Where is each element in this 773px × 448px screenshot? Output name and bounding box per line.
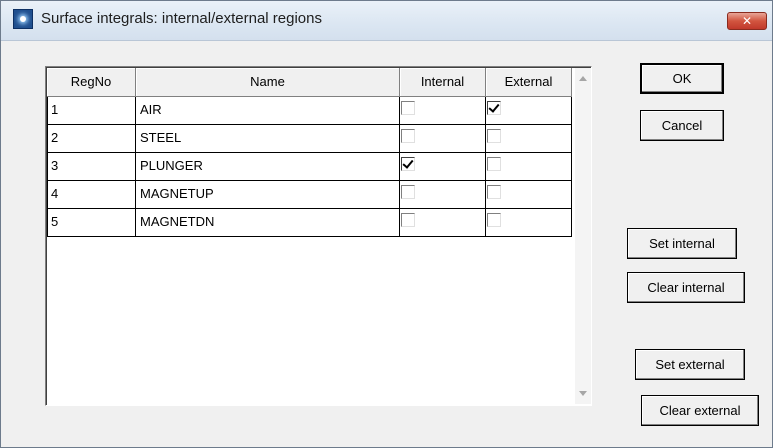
clear-internal-button[interactable]: Clear internal [627, 272, 745, 303]
table-row[interactable]: 2 STEEL [47, 125, 574, 153]
internal-checkbox[interactable] [401, 101, 415, 115]
internal-cell [400, 181, 486, 209]
external-cell [486, 209, 572, 237]
app-icon [13, 9, 33, 29]
internal-checkbox[interactable] [401, 157, 415, 171]
clear-external-button[interactable]: Clear external [641, 395, 759, 426]
external-cell [486, 181, 572, 209]
table-row[interactable]: 4 MAGNETUP [47, 181, 574, 209]
scroll-up-arrow-icon[interactable] [579, 76, 587, 81]
name-cell: STEEL [136, 125, 400, 153]
regno-cell: 3 [47, 153, 136, 181]
internal-checkbox[interactable] [401, 185, 415, 199]
regno-cell: 2 [47, 125, 136, 153]
dialog-window: Surface integrals: internal/external reg… [0, 0, 773, 448]
set-internal-button[interactable]: Set internal [627, 228, 737, 259]
dialog-client-area: RegNo Name Internal External 1 AIR 2 STEEL 3… [1, 42, 772, 447]
external-checkbox[interactable] [487, 101, 501, 115]
header-regno[interactable]: RegNo [47, 68, 136, 97]
external-checkbox[interactable] [487, 185, 501, 199]
close-button[interactable]: ✕ [727, 12, 767, 30]
external-checkbox[interactable] [487, 157, 501, 171]
table-row[interactable]: 1 AIR [47, 97, 574, 125]
vertical-scrollbar[interactable] [575, 68, 591, 404]
external-cell [486, 153, 572, 181]
internal-cell [400, 209, 486, 237]
regions-grid[interactable]: RegNo Name Internal External 1 AIR 2 STEEL 3… [45, 66, 592, 406]
external-checkbox[interactable] [487, 129, 501, 143]
scroll-down-arrow-icon[interactable] [579, 391, 587, 396]
internal-checkbox[interactable] [401, 129, 415, 143]
internal-cell [400, 153, 486, 181]
internal-checkbox[interactable] [401, 213, 415, 227]
name-cell: PLUNGER [136, 153, 400, 181]
name-cell: MAGNETUP [136, 181, 400, 209]
internal-cell [400, 97, 486, 125]
name-cell: AIR [136, 97, 400, 125]
set-external-button[interactable]: Set external [635, 349, 745, 380]
title-bar[interactable]: Surface integrals: internal/external reg… [1, 1, 772, 41]
internal-cell [400, 125, 486, 153]
table-row[interactable]: 3 PLUNGER [47, 153, 574, 181]
header-internal[interactable]: Internal [400, 68, 486, 97]
ok-button[interactable]: OK [640, 63, 724, 94]
header-external[interactable]: External [486, 68, 572, 97]
regno-cell: 4 [47, 181, 136, 209]
name-cell: MAGNETDN [136, 209, 400, 237]
header-name[interactable]: Name [136, 68, 400, 97]
external-cell [486, 125, 572, 153]
external-checkbox[interactable] [487, 213, 501, 227]
cancel-button[interactable]: Cancel [640, 110, 724, 141]
external-cell [486, 97, 572, 125]
regno-cell: 5 [47, 209, 136, 237]
grid-body: RegNo Name Internal External 1 AIR 2 STEEL 3… [47, 68, 574, 404]
regno-cell: 1 [47, 97, 136, 125]
table-row[interactable]: 5 MAGNETDN [47, 209, 574, 237]
window-title: Surface integrals: internal/external reg… [41, 10, 322, 27]
